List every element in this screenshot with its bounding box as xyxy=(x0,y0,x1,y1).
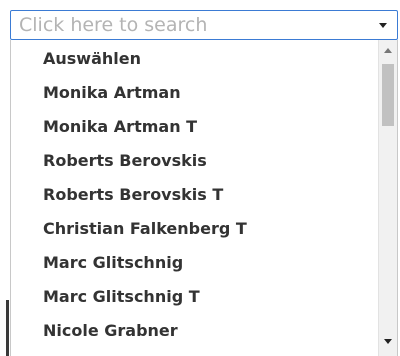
vertical-scrollbar[interactable] xyxy=(378,40,397,356)
list-item[interactable]: Marc Glitschnig xyxy=(11,246,379,280)
list-item[interactable]: Monika Artman xyxy=(11,76,379,110)
dropdown-page: Auswählen Monika Artman Monika Artman T … xyxy=(0,0,400,356)
scroll-up-icon[interactable] xyxy=(384,48,392,53)
scroll-down-icon[interactable] xyxy=(384,339,392,344)
list-item[interactable]: Roberts Berovskis T xyxy=(11,178,379,212)
chevron-down-icon[interactable] xyxy=(379,23,387,28)
options-list: Auswählen Monika Artman Monika Artman T … xyxy=(11,40,379,348)
search-box[interactable] xyxy=(10,10,398,40)
list-item[interactable]: Roberts Berovskis xyxy=(11,144,379,178)
list-item[interactable]: Auswählen xyxy=(11,42,379,76)
scrollbar-thumb[interactable] xyxy=(382,64,394,126)
list-item[interactable]: Marc Glitschnig T xyxy=(11,280,379,314)
search-input[interactable] xyxy=(11,11,369,39)
list-item[interactable]: Nicole Grabner xyxy=(11,314,379,348)
list-item[interactable]: Monika Artman T xyxy=(11,110,379,144)
select-underlay-edge xyxy=(6,300,9,356)
dropdown-list: Auswählen Monika Artman Monika Artman T … xyxy=(10,40,398,356)
list-item[interactable]: Christian Falkenberg T xyxy=(11,212,379,246)
